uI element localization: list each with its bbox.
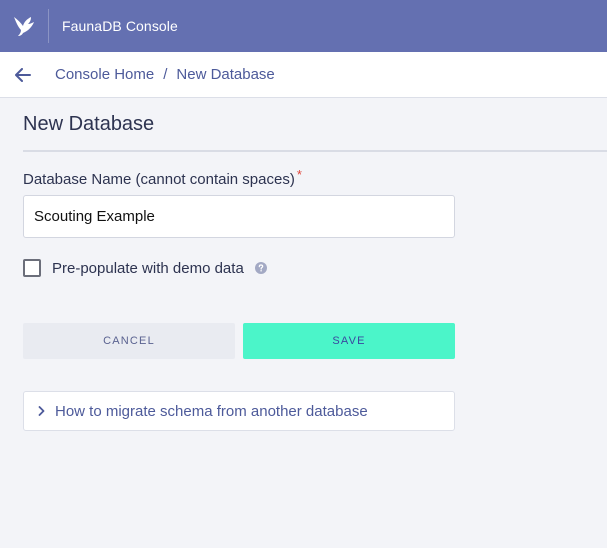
database-name-label: Database Name (cannot contain spaces) * <box>23 167 302 188</box>
prepopulate-label: Pre-populate with demo data <box>52 259 244 277</box>
migrate-schema-label: How to migrate schema from another datab… <box>55 402 368 420</box>
breadcrumb-current: New Database <box>176 66 275 83</box>
database-name-label-text: Database Name (cannot contain spaces) <box>23 171 295 188</box>
back-button[interactable] <box>11 63 35 87</box>
migrate-schema-accordion[interactable]: How to migrate schema from another datab… <box>23 391 455 431</box>
fauna-logo[interactable] <box>0 0 48 52</box>
save-button[interactable]: SAVE <box>243 323 455 359</box>
breadcrumb: Console Home / New Database <box>0 52 607 98</box>
page-title: New Database <box>23 113 155 135</box>
chevron-right-icon <box>38 406 45 416</box>
required-marker: * <box>296 167 302 182</box>
breadcrumb-console-home[interactable]: Console Home <box>55 66 154 83</box>
arrow-left-icon <box>15 67 31 82</box>
app-title: FaunaDB Console <box>62 18 178 34</box>
topbar-divider <box>48 9 49 43</box>
title-divider <box>23 150 607 152</box>
prepopulate-option[interactable]: Pre-populate with demo data <box>23 259 267 277</box>
fauna-bird-logo-icon <box>14 17 34 36</box>
prepopulate-checkbox[interactable] <box>23 259 41 277</box>
question-circle-icon[interactable] <box>254 262 267 274</box>
breadcrumb-separator: / <box>163 66 168 83</box>
cancel-button[interactable]: CANCEL <box>23 323 235 359</box>
top-bar: FaunaDB Console <box>0 0 607 52</box>
database-name-input[interactable] <box>23 195 455 238</box>
